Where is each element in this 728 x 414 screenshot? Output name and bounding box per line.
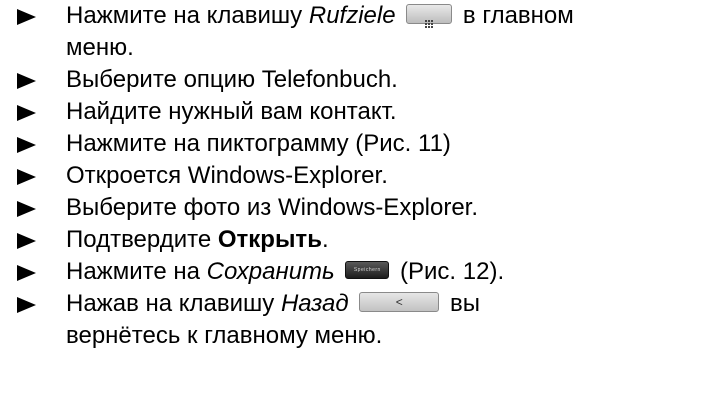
step-press-back: Нажав на клавишу Назад < вы <box>0 288 728 320</box>
bullet-arrow-icon <box>17 169 36 185</box>
bullet-arrow-icon <box>17 73 36 89</box>
step-text: Найдите нужный вам контакт. <box>66 98 397 125</box>
step-text: Нажмите на <box>66 258 207 285</box>
step-press-save: Нажмите на Сохранить Speichern (Рис. 12)… <box>0 256 728 288</box>
step-open-rufziele: Нажмите на клавишу Rufziele в главном <box>0 0 728 32</box>
step-find-contact: Найдите нужный вам контакт. <box>0 96 728 128</box>
step-text: в главном <box>456 2 574 29</box>
back-key-name: Назад <box>280 290 349 317</box>
step-select-telefonbuch: Выберите опцию Telefonbuch. <box>0 64 728 96</box>
save-button-image: Speichern <box>345 260 390 279</box>
bullet-arrow-icon <box>17 201 36 217</box>
open-label: Открыть <box>217 226 322 253</box>
bullet-arrow-icon <box>17 233 36 249</box>
save-key-name: Сохранить <box>206 258 335 285</box>
instruction-steps: Нажмите на клавишу Rufziele в главном ме… <box>0 0 728 352</box>
menu-grid-icon <box>406 3 453 28</box>
step-text: Нажав на клавишу <box>66 290 281 317</box>
step-text: Выберите фото из Windows-Explorer. <box>66 194 479 221</box>
bullet-arrow-icon <box>17 9 36 25</box>
step-text: Нажмите на пиктограмму (Рис. 11) <box>66 130 451 157</box>
step-text: Подтвердите <box>66 226 218 253</box>
step-select-photo: Выберите фото из Windows-Explorer. <box>0 192 728 224</box>
step-text: (Рис. 12). <box>393 258 505 285</box>
step-explorer-opens: Откроется Windows-Explorer. <box>0 160 728 192</box>
step-text: вы <box>443 290 480 317</box>
rufziele-key-name: Rufziele <box>308 2 396 29</box>
bullet-arrow-icon <box>17 297 36 313</box>
instruction-document: Нажмите на клавишу Rufziele в главном ме… <box>0 0 728 414</box>
step-confirm-open: Подтвердите Открыть. <box>0 224 728 256</box>
step-press-pictogram: Нажмите на пиктограмму (Рис. 11) <box>0 128 728 160</box>
bullet-arrow-icon <box>17 137 36 153</box>
step-continuation: меню. <box>0 32 728 64</box>
step-text: вернётесь к главному меню. <box>66 322 383 349</box>
step-continuation: вернётесь к главному меню. <box>0 320 728 352</box>
bullet-arrow-icon <box>17 105 36 121</box>
step-text: . <box>321 226 329 253</box>
step-text: Нажмите на клавишу <box>66 2 309 29</box>
step-text: Выберите опцию Telefonbuch. <box>66 66 398 93</box>
step-text: меню. <box>66 34 134 61</box>
step-text: Откроется Windows-Explorer. <box>66 162 388 189</box>
bullet-arrow-icon <box>17 265 36 281</box>
back-button-image: < <box>359 291 440 312</box>
